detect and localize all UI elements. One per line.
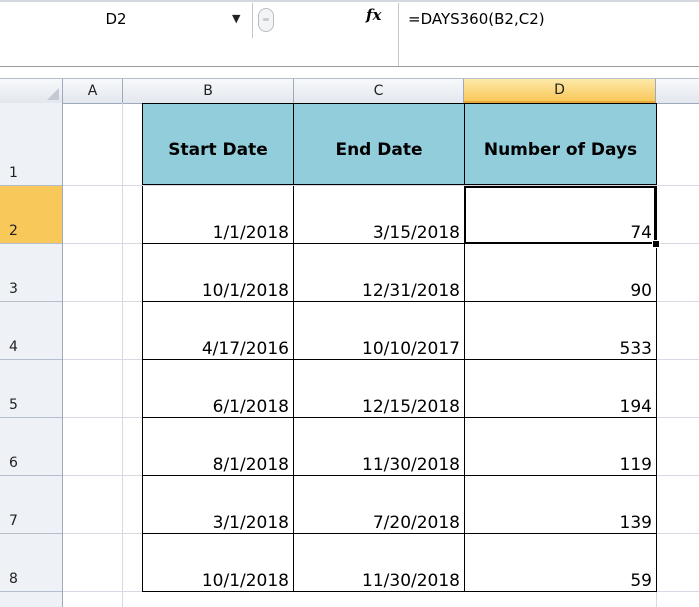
cell-d3[interactable]: 90 — [464, 244, 657, 302]
cell-value: 10/10/2017 — [362, 339, 460, 359]
cell-b2[interactable]: 1/1/2018 — [142, 186, 294, 244]
cell-c6[interactable]: 11/30/2018 — [293, 418, 465, 476]
cell-d7[interactable]: 139 — [464, 476, 657, 534]
cell-value: 1/1/2018 — [212, 223, 289, 243]
header-label: End Date — [335, 140, 423, 160]
cell-b8[interactable]: 10/1/2018 — [142, 534, 294, 592]
cell-c8[interactable]: 11/30/2018 — [293, 534, 465, 592]
gridline — [122, 103, 123, 607]
cell-c4[interactable]: 10/10/2017 — [293, 302, 465, 360]
cell-value: 12/31/2018 — [362, 281, 460, 301]
cell-value: 10/1/2018 — [201, 281, 289, 301]
fill-handle[interactable] — [652, 240, 660, 248]
header-number-of-days[interactable]: Number of Days — [464, 103, 657, 185]
cell-b5[interactable]: 6/1/2018 — [142, 360, 294, 418]
cell-value: 8/1/2018 — [212, 455, 289, 475]
header-start-date[interactable]: Start Date — [142, 103, 294, 185]
cell-value: 3/15/2018 — [372, 223, 460, 243]
cell-value: 119 — [619, 455, 652, 475]
cell-d6[interactable]: 119 — [464, 418, 657, 476]
cell-d8[interactable]: 59 — [464, 534, 657, 592]
cell-b3[interactable]: 10/1/2018 — [142, 244, 294, 302]
cell-c5[interactable]: 12/15/2018 — [293, 360, 465, 418]
cell-c3[interactable]: 12/31/2018 — [293, 244, 465, 302]
cell-value: 10/1/2018 — [201, 571, 289, 591]
cell-value: 533 — [619, 339, 652, 359]
cell-value: 194 — [619, 397, 652, 417]
cell-value: 6/1/2018 — [212, 397, 289, 417]
cell-c2[interactable]: 3/15/2018 — [293, 186, 465, 244]
header-label: Start Date — [168, 140, 268, 160]
cell-value: 4/17/2016 — [201, 339, 289, 359]
header-label: Number of Days — [483, 140, 638, 160]
cell-value: 59 — [630, 571, 652, 591]
header-end-date[interactable]: End Date — [293, 103, 465, 185]
worksheet-grid[interactable]: Start Date End Date Number of Days 1/1/2… — [0, 0, 699, 607]
cell-value: 7/20/2018 — [372, 513, 460, 533]
cell-d4[interactable]: 533 — [464, 302, 657, 360]
cell-b4[interactable]: 4/17/2016 — [142, 302, 294, 360]
cell-value: 11/30/2018 — [362, 571, 460, 591]
cell-value: 139 — [619, 513, 652, 533]
cell-value: 90 — [630, 281, 652, 301]
cell-b6[interactable]: 8/1/2018 — [142, 418, 294, 476]
cell-c7[interactable]: 7/20/2018 — [293, 476, 465, 534]
cell-d5[interactable]: 194 — [464, 360, 657, 418]
cell-value: 3/1/2018 — [212, 513, 289, 533]
cell-value: 11/30/2018 — [362, 455, 460, 475]
cell-b7[interactable]: 3/1/2018 — [142, 476, 294, 534]
cell-value: 12/15/2018 — [362, 397, 460, 417]
active-cell-border — [464, 186, 656, 244]
